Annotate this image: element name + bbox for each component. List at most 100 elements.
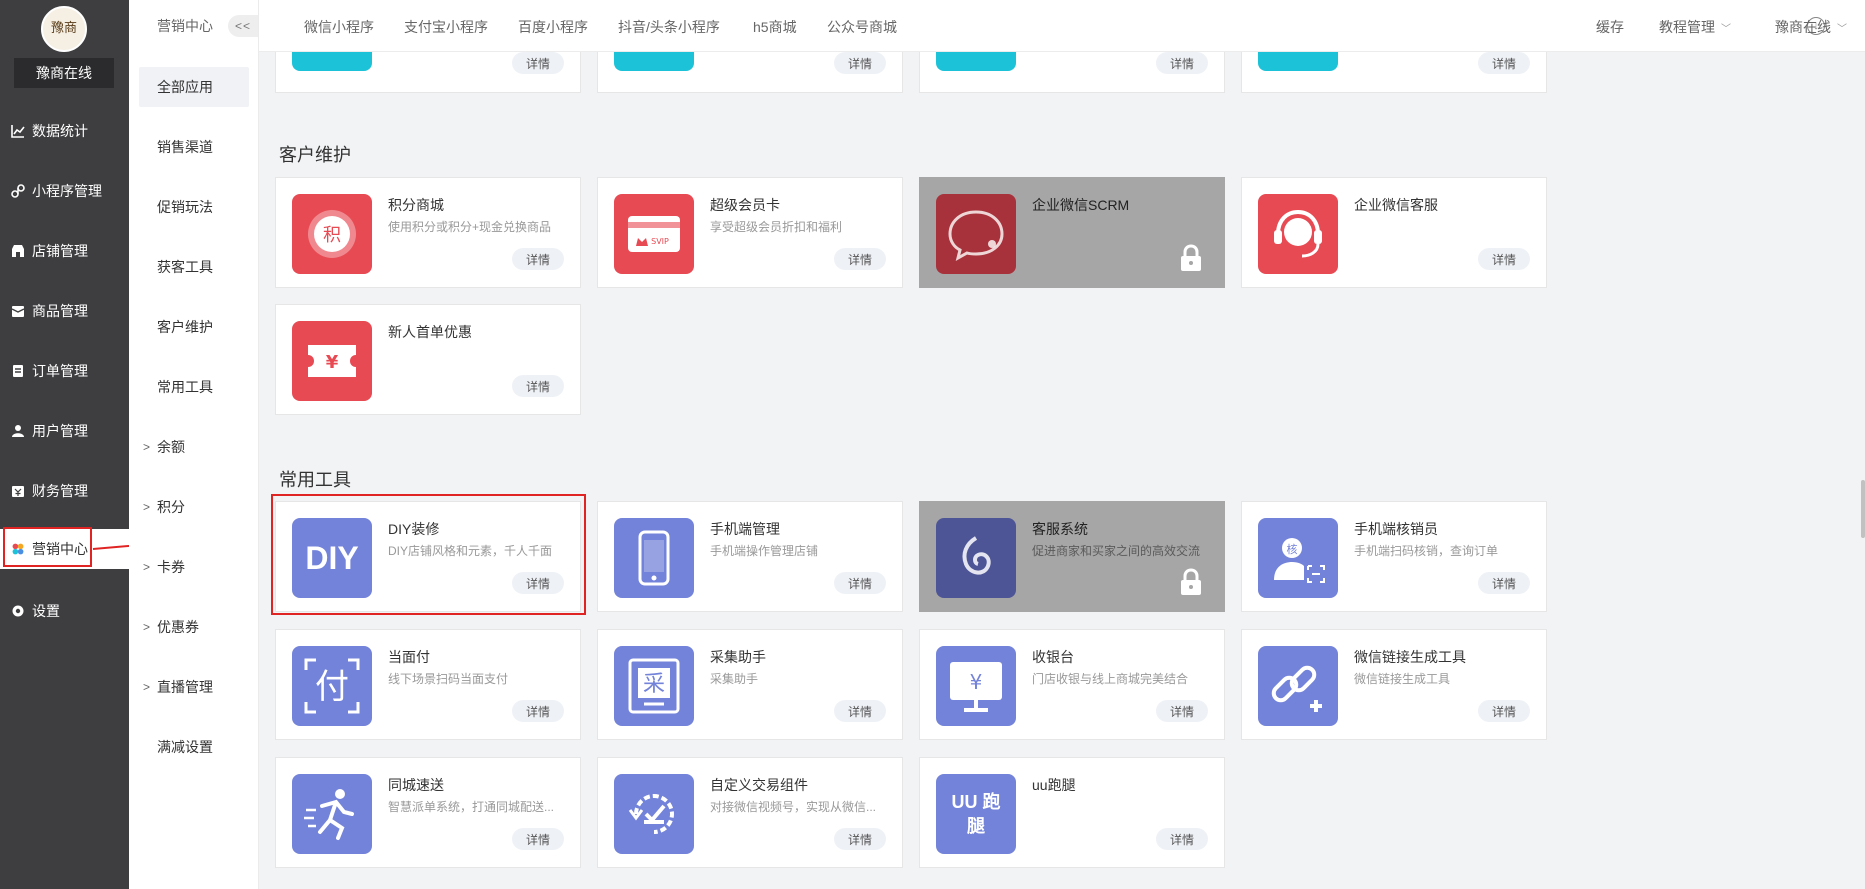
tab-h5-mall[interactable]: h5商城 [753,17,797,37]
tab-wechat-miniprogram[interactable]: 微信小程序 [304,17,374,37]
submenu-item-card-coupon[interactable]: > 卡券 [139,547,249,587]
detail-button[interactable]: 详情 [834,572,886,594]
detail-button[interactable]: 详情 [1478,52,1530,74]
app-name: uu跑腿 [1032,777,1076,793]
sidebar-item-label: 设置 [32,603,60,619]
submenu-item-label: 优惠券 [157,619,199,635]
app-desc: 使用积分或积分+现金兑换商品 [388,220,552,234]
app-icon [614,52,694,71]
tutorial-label: 教程管理 [1659,19,1715,35]
vip-icon-text: SVIP [651,237,669,246]
submenu-item-sales-channel[interactable]: 销售渠道 [139,127,249,167]
detail-button[interactable]: 详情 [834,828,886,850]
detail-button[interactable]: 详情 [1156,700,1208,722]
app-name: 自定义交易组件 [710,777,808,793]
app-desc: 享受超级会员折扣和福利 [710,220,843,234]
app-card-partial[interactable]: 详情 [275,52,581,93]
chevron-right-icon: > [143,620,151,634]
detail-button[interactable]: 详情 [834,248,886,270]
submenu-item-label: 促销玩法 [157,199,213,215]
detail-button[interactable]: 详情 [512,52,564,74]
detail-button[interactable]: 详情 [512,248,564,270]
app-card-face-pay[interactable]: 付 当面付 线下场景扫码当面支付 详情 [275,629,581,740]
detail-button[interactable]: 详情 [512,700,564,722]
app-name: 客服系统 [1032,521,1088,537]
cache-button[interactable]: 缓存 [1596,17,1624,37]
points-icon: 积 [292,194,372,274]
app-desc: 线下场景扫码当面支付 [388,672,509,686]
chevron-right-icon: > [143,560,151,574]
submenu-item-label: 直播管理 [157,679,213,695]
headset-icon [1258,194,1338,274]
face-pay-icon: 付 [292,646,372,726]
account-menu[interactable]: 豫商在线 ﹀ [1775,17,1847,37]
detail-button[interactable]: 详情 [1156,52,1208,74]
app-card-partial[interactable]: 详情 [1241,52,1547,93]
tab-alipay-miniprogram[interactable]: 支付宝小程序 [404,17,488,37]
app-card-city-delivery[interactable]: 同城速送 智慧派单系统，打通同城配送... 详情 [275,757,581,868]
submenu-item-label: 卡券 [157,559,185,575]
app-card-cashier[interactable]: ¥ 收银台 门店收银与线上商城完美结合 详情 [919,629,1225,740]
submenu-item-promotion[interactable]: 促销玩法 [139,187,249,227]
detail-button[interactable]: 详情 [834,700,886,722]
verifier-icon-text: 核 [1287,542,1298,556]
app-name: 积分商城 [388,197,444,213]
detail-button[interactable]: 详情 [1156,828,1208,850]
tab-official-account-mall[interactable]: 公众号商城 [827,17,897,37]
detail-button[interactable]: 详情 [512,828,564,850]
detail-button[interactable]: 详情 [512,375,564,397]
detail-button[interactable]: 详情 [834,52,886,74]
tab-baidu-miniprogram[interactable]: 百度小程序 [518,17,588,37]
app-card-custom-trade[interactable]: 自定义交易组件 对接微信视频号，实现从微信... 详情 [597,757,903,868]
app-card-points-mall[interactable]: 积 积分商城 使用积分或积分+现金兑换商品 详情 [275,177,581,288]
gear-icon [11,604,25,618]
app-card-uu-run[interactable]: UU 跑腿 uu跑腿 详情 [919,757,1225,868]
tab-douyin-miniprogram[interactable]: 抖音/头条小程序 [618,17,720,37]
scrollbar-thumb[interactable] [1861,480,1865,538]
app-desc: 手机端扫码核销，查询订单 [1354,544,1499,558]
annotation-highlight-box [271,494,586,615]
app-icon [292,52,372,71]
submenu-item-all-apps[interactable]: 全部应用 [139,67,249,107]
app-icon [936,52,1016,71]
app-card-service-system[interactable]: 客服系统 促进商家和买家之间的高效交流 [919,501,1225,612]
main-content: 详情 详情 详情 详情 客户维护 积 积分商城 使用积分或积分+现金兑换商品 详… [259,52,1865,889]
app-name: 企业微信SCRM [1032,197,1130,213]
lock-icon [1181,244,1201,271]
submenu-item-points[interactable]: > 积分 [139,487,249,527]
app-card-mobile-admin[interactable]: 手机端管理 手机端操作管理店铺 详情 [597,501,903,612]
app-card-partial[interactable]: 详情 [597,52,903,93]
collapse-button[interactable]: << [228,15,258,37]
submenu-item-label: 客户维护 [157,319,213,335]
submenu-item-coupon[interactable]: > 优惠券 [139,607,249,647]
ticket-icon-text: ¥ [326,352,339,373]
chevron-right-icon: > [143,500,151,514]
app-card-wx-link[interactable]: 微信链接生成工具 微信链接生成工具 详情 [1241,629,1547,740]
app-desc: 手机端操作管理店铺 [710,544,819,558]
app-card-super-vip[interactable]: SVIP 超级会员卡 享受超级会员折扣和福利 详情 [597,177,903,288]
ticket-icon: ¥ [292,321,372,401]
submenu-item-label: 积分 [157,499,185,515]
app-card-wework-scrm[interactable]: 企业微信SCRM [919,177,1225,288]
lock-icon [1181,568,1201,595]
submenu-item-label: 常用工具 [157,379,213,395]
app-name: 同城速送 [388,777,444,793]
app-card-collect[interactable]: 采 采集助手 采集助手 详情 [597,629,903,740]
submenu-item-customer[interactable]: 客户维护 [139,307,249,347]
submenu-item-live[interactable]: > 直播管理 [139,667,249,707]
submenu-item-tools[interactable]: 常用工具 [139,367,249,407]
app-card-partial[interactable]: 详情 [919,52,1225,93]
app-card-mobile-verify[interactable]: 核 手机端核销员 手机端扫码核销，查询订单 详情 [1241,501,1547,612]
submenu-item-balance[interactable]: > 余额 [139,427,249,467]
tutorial-menu[interactable]: 教程管理 ﹀ [1659,17,1731,37]
detail-button[interactable]: 详情 [1478,572,1530,594]
submenu-item-discount[interactable]: 满减设置 [139,727,249,767]
app-card-wework-service[interactable]: 企业微信客服 详情 [1241,177,1547,288]
submenu-title: 营销中心 [157,18,213,34]
app-name: 新人首单优惠 [388,324,472,340]
submenu-item-acquisition[interactable]: 获客工具 [139,247,249,287]
detail-button[interactable]: 详情 [1478,700,1530,722]
section-title-customer: 客户维护 [279,145,351,165]
app-card-new-user[interactable]: ¥ 新人首单优惠 详情 [275,304,581,415]
detail-button[interactable]: 详情 [1478,248,1530,270]
